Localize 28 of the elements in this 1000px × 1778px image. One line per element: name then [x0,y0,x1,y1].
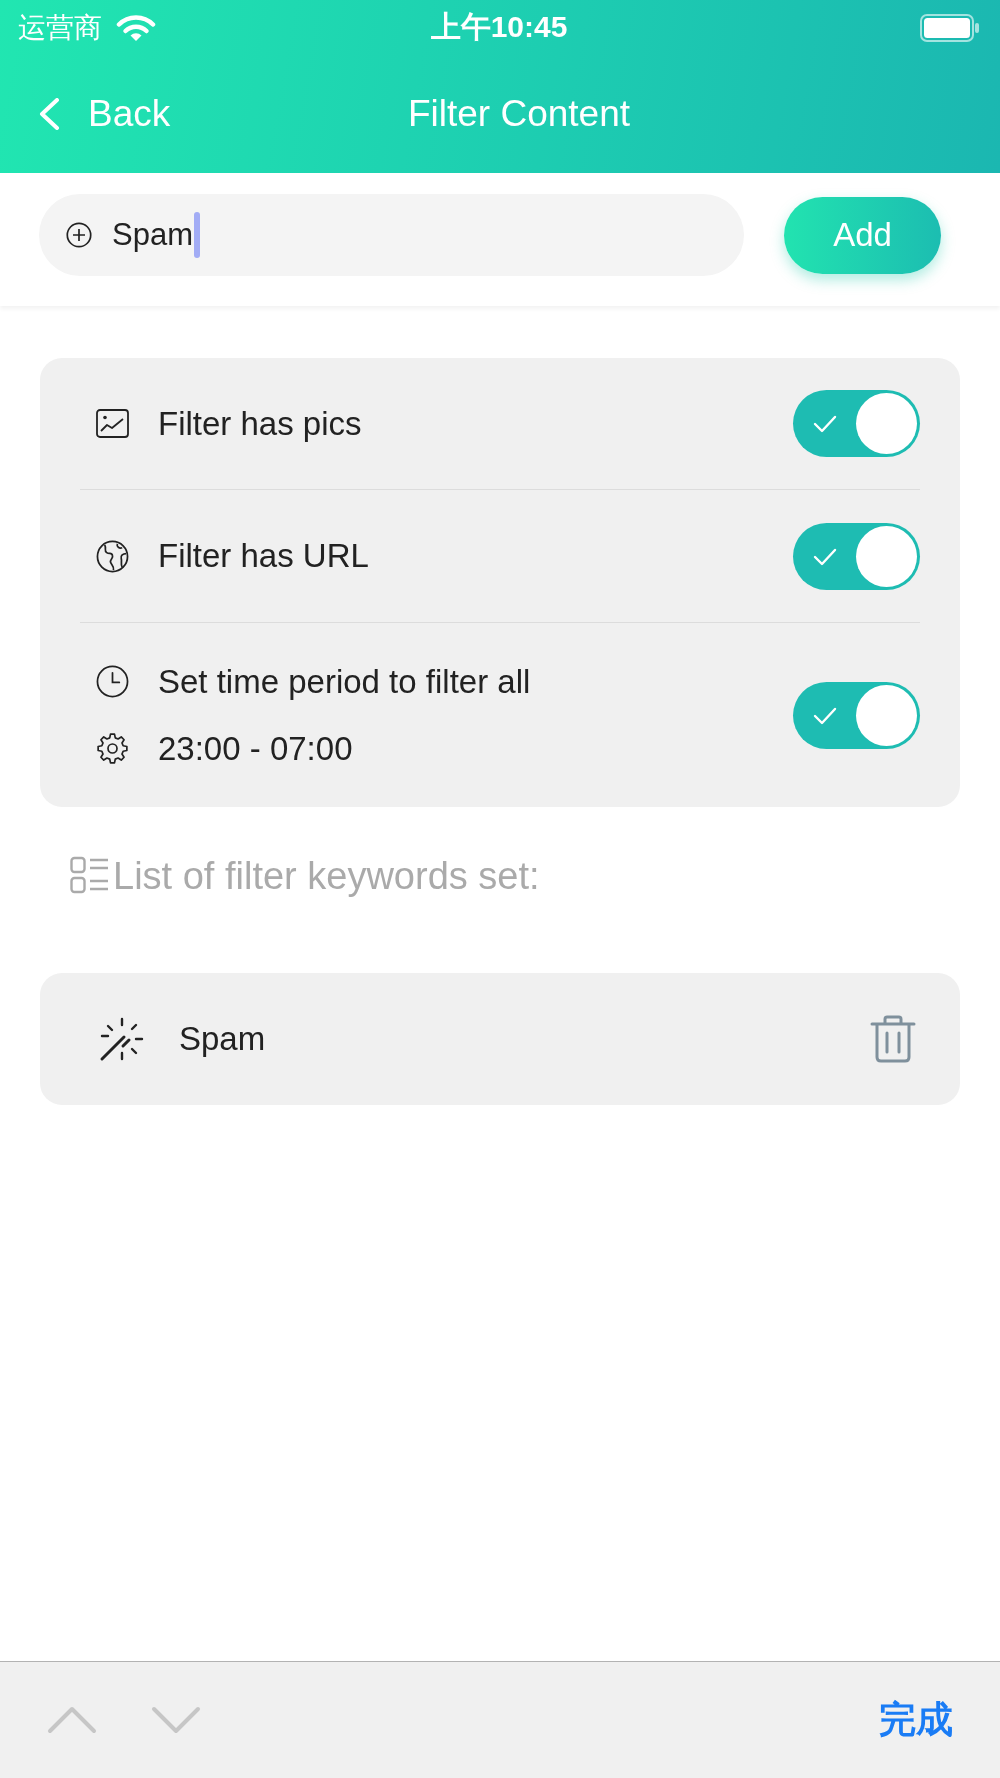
carrier-name: 运营商 [18,10,102,45]
clock-icon [96,665,129,698]
status-time: 上午10:45 [430,9,568,45]
check-icon [813,547,837,566]
plus-circle-icon [66,222,92,248]
keyword-text: Spam [179,1020,266,1058]
page-title: Filter Content [407,93,631,135]
add-button[interactable]: Add [784,196,941,274]
magic-wand-icon [99,1016,145,1062]
time-range: 23:00 - 07:00 [158,729,353,768]
section-heading: List of filter keywords set: [113,854,540,898]
chevron-down-icon[interactable] [151,1706,201,1734]
setting-label: Set time period to filter all [158,662,531,701]
list-icon [70,856,110,896]
setting-label: Filter has pics [158,404,362,443]
keyword-input[interactable]: Spam [39,194,744,276]
battery-icon [920,13,980,42]
globe-icon [96,539,129,573]
check-icon [813,415,837,433]
gear-icon [96,732,129,765]
check-icon [813,706,837,725]
image-icon [96,409,129,438]
setting-label: Filter has URL [158,537,369,575]
chevron-left-icon [38,98,60,130]
chevron-up-icon[interactable] [47,1706,97,1734]
done-button[interactable]: 完成 [879,1695,953,1745]
wifi-icon [116,13,156,42]
trash-icon[interactable] [870,1015,916,1063]
